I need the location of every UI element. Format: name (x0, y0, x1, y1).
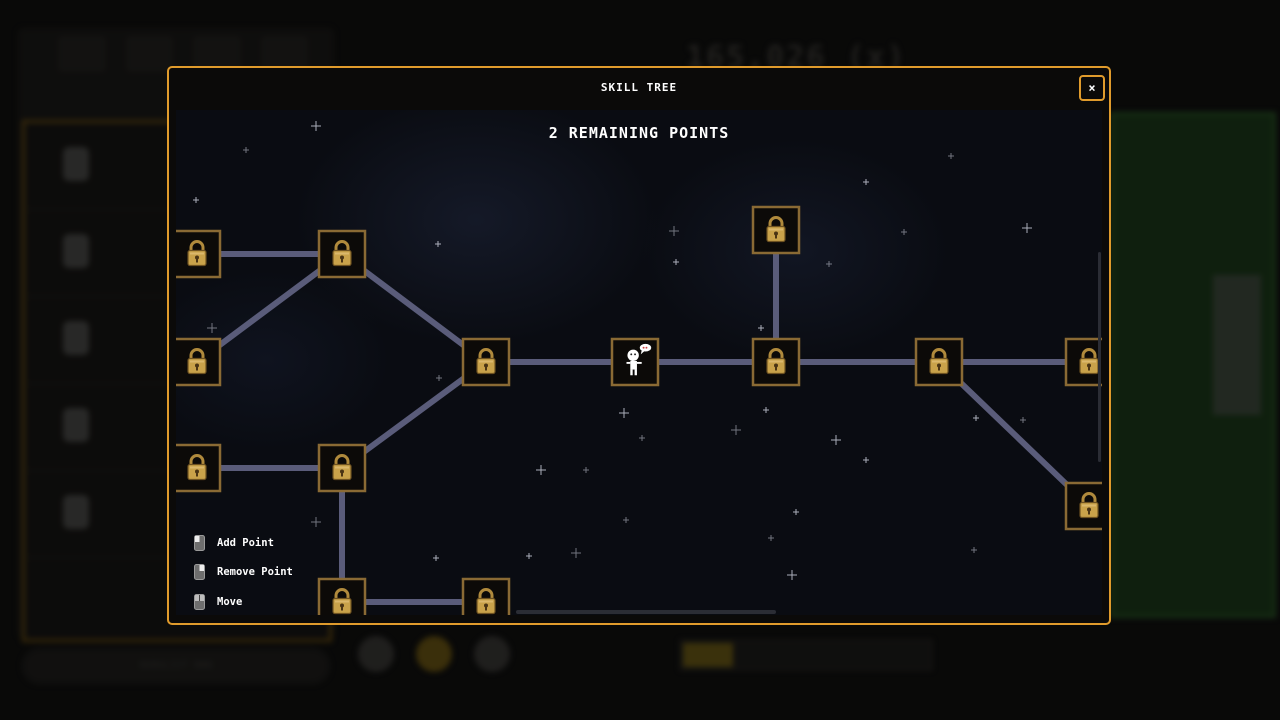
star (673, 259, 679, 265)
skill-node-locked[interactable] (176, 229, 222, 279)
legend-label: Remove Point (217, 566, 293, 579)
skill-tree-nodes (176, 205, 1102, 615)
mouse-left-click-icon (194, 534, 205, 551)
skill-node-locked[interactable] (317, 229, 367, 279)
skill-node-locked[interactable] (1064, 337, 1102, 387)
star (793, 509, 799, 515)
star (639, 435, 645, 441)
star (768, 535, 774, 541)
skill-tree-connections (176, 227, 1092, 605)
skill-node-locked[interactable] (317, 443, 367, 493)
star (831, 435, 841, 445)
legend-move: Move (194, 587, 293, 615)
controls-legend: Add Point Remove Point Move (194, 528, 293, 615)
star (583, 467, 589, 473)
skill-node-locked[interactable] (1064, 481, 1102, 531)
star (973, 415, 979, 421)
legend-label: Move (217, 595, 243, 608)
star (669, 226, 679, 236)
skill-node-locked[interactable] (914, 337, 964, 387)
star (243, 147, 249, 153)
star (971, 547, 977, 553)
star (571, 548, 581, 558)
skill-node-locked[interactable] (317, 577, 367, 615)
skill-node-locked[interactable] (176, 337, 222, 387)
star (863, 457, 869, 463)
legend-label: Add Point (217, 536, 274, 549)
mouse-drag-icon (194, 593, 205, 610)
star (863, 179, 869, 185)
star (787, 570, 797, 580)
close-button[interactable]: × (1079, 75, 1105, 101)
vertical-scrollbar[interactable] (1098, 252, 1101, 462)
star (731, 425, 741, 435)
star (1022, 223, 1032, 233)
skill-node-locked[interactable] (461, 577, 511, 615)
star (536, 465, 546, 475)
skill-node-start[interactable] (610, 337, 660, 387)
remaining-points-label: 2 REMAINING POINTS (548, 124, 730, 142)
star (526, 553, 532, 559)
skill-tree-canvas (176, 121, 1102, 615)
skill-node-locked[interactable] (176, 443, 222, 493)
star (433, 555, 439, 561)
star (1020, 417, 1026, 423)
star (826, 261, 832, 267)
skill-tree-modal: SKILL TREE × 2 REMAINING POINTS Add Poin… (167, 66, 1111, 625)
horizontal-scrollbar[interactable] (516, 610, 776, 614)
star (763, 407, 769, 413)
star (901, 229, 907, 235)
legend-add-point: Add Point (194, 528, 293, 558)
skill-node-locked[interactable] (461, 337, 511, 387)
star (758, 325, 764, 331)
modal-title: SKILL TREE (600, 81, 678, 94)
skill-node-locked[interactable] (751, 337, 801, 387)
star (623, 517, 629, 523)
star (311, 517, 321, 527)
star (193, 197, 199, 203)
star (948, 153, 954, 159)
skill-tree-viewport[interactable]: 2 REMAINING POINTS Add Point Remove Poin… (176, 110, 1102, 615)
legend-remove-point: Remove Point (194, 558, 293, 588)
star (619, 408, 629, 418)
star (207, 323, 217, 333)
mouse-right-click-icon (194, 564, 205, 581)
star (436, 375, 442, 381)
star (435, 241, 441, 247)
skill-node-locked[interactable] (751, 205, 801, 255)
